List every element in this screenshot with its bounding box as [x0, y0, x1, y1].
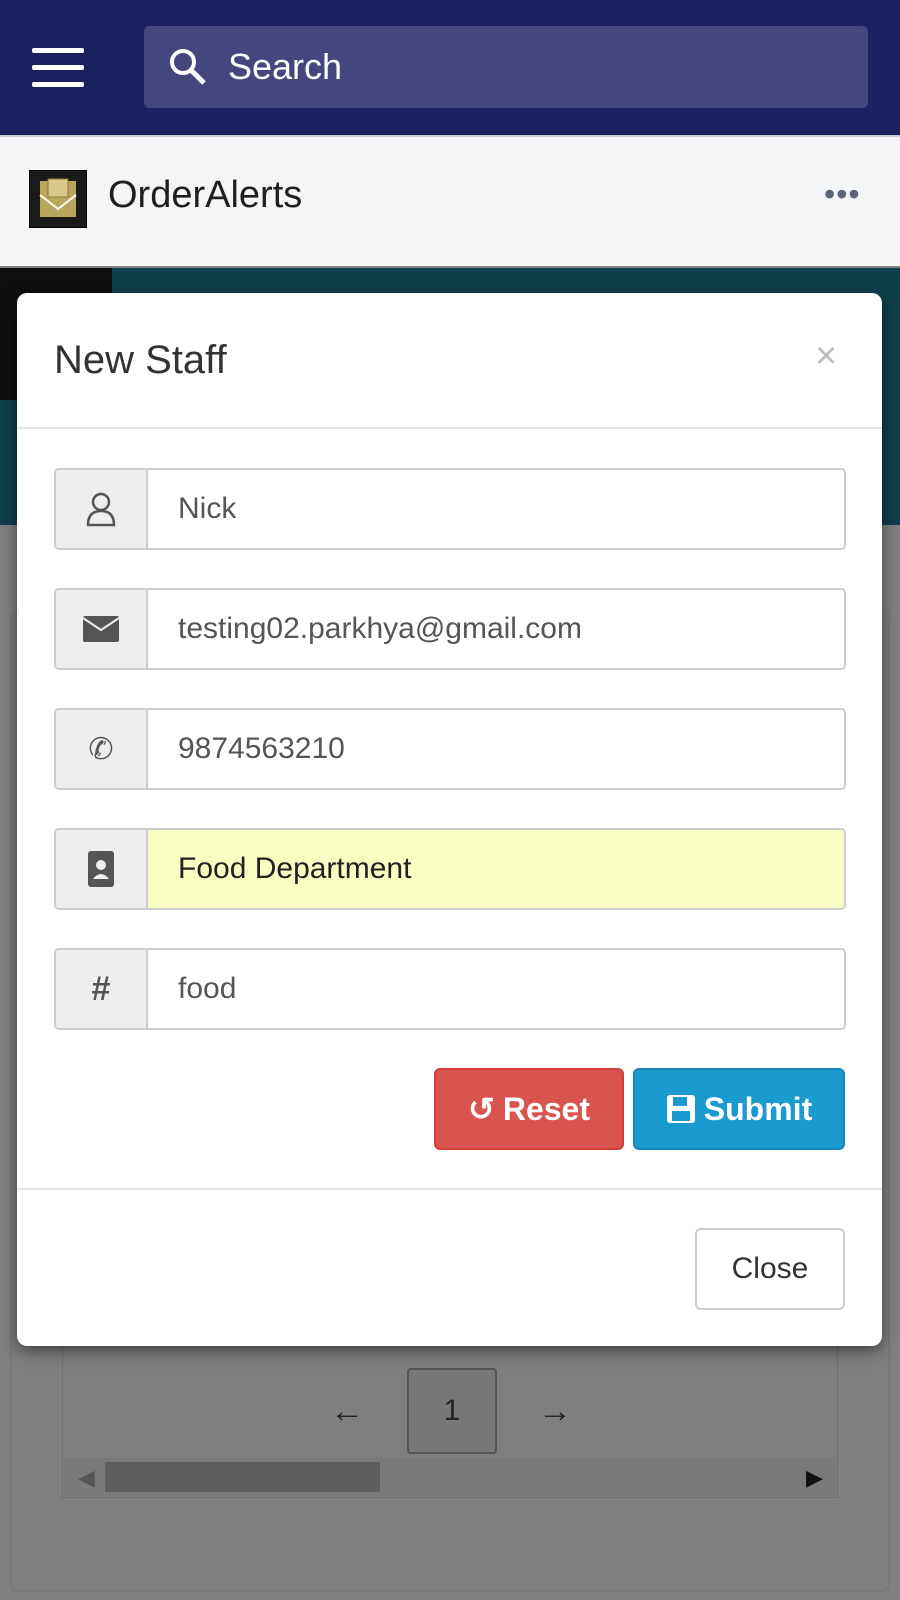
phone-icon: ✆: [56, 710, 148, 788]
save-icon: [666, 1095, 695, 1123]
next-page-button[interactable]: →: [538, 1392, 572, 1431]
hash-icon: #: [56, 950, 148, 1028]
scrollbar-thumb[interactable]: [105, 1462, 380, 1492]
envelope-icon: [56, 590, 148, 668]
email-field-group: [54, 588, 846, 670]
divider: [17, 427, 882, 429]
scroll-right-icon[interactable]: ▶: [806, 1465, 823, 1491]
name-input[interactable]: [148, 470, 844, 548]
reset-button[interactable]: ↺ Reset: [434, 1068, 624, 1150]
phone-input[interactable]: [148, 710, 844, 788]
search-placeholder: Search: [228, 46, 343, 87]
hamburger-menu-icon[interactable]: [32, 48, 84, 88]
modal-title: New Staff: [54, 338, 227, 382]
submit-button[interactable]: Submit: [633, 1068, 845, 1150]
tag-input[interactable]: [148, 950, 844, 1028]
modal-close-icon[interactable]: ×: [815, 335, 837, 378]
undo-icon: ↺: [468, 1091, 495, 1127]
search-icon: [170, 49, 206, 85]
search-box[interactable]: Search: [144, 26, 868, 108]
divider: [17, 1188, 882, 1190]
user-icon: [56, 470, 148, 548]
scroll-left-icon[interactable]: ◀: [78, 1465, 95, 1491]
department-input[interactable]: [148, 830, 844, 908]
address-book-icon: [56, 830, 148, 908]
close-button[interactable]: Close: [695, 1228, 845, 1310]
app-title: OrderAlerts: [108, 174, 303, 216]
phone-field-group: ✆: [54, 708, 846, 790]
app-logo-icon: [29, 170, 87, 228]
prev-page-button[interactable]: ←: [330, 1392, 364, 1431]
tag-field-group: #: [54, 948, 846, 1030]
department-field-group: [54, 828, 846, 910]
email-input[interactable]: [148, 590, 844, 668]
more-options-icon[interactable]: •••: [824, 176, 861, 213]
name-field-group: [54, 468, 846, 550]
page-number-button[interactable]: 1: [407, 1368, 497, 1454]
